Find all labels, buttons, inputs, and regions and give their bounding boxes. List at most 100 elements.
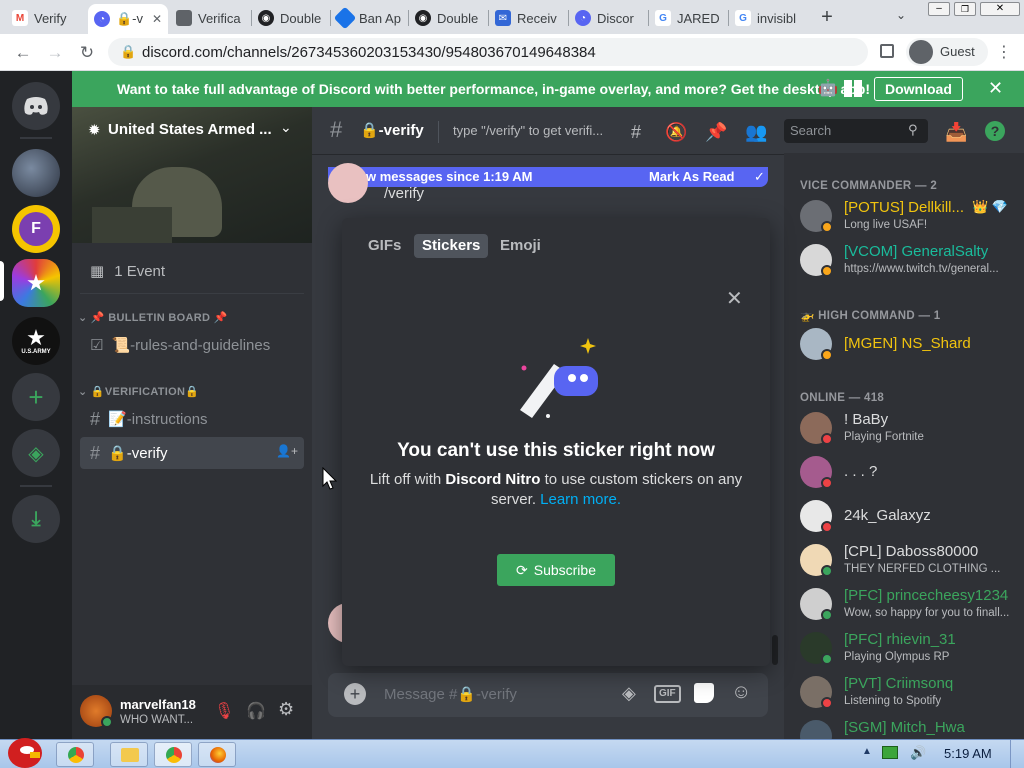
message-avatar[interactable]	[328, 163, 368, 203]
member-name: [PFC] princecheesy1234	[844, 587, 1009, 604]
forward-arrow-icon[interactable]: →	[44, 42, 66, 64]
desktop-app-banner: Want to take full advantage of Discord w…	[72, 71, 1024, 107]
reload-icon[interactable]: ↻	[76, 42, 98, 64]
scrollbar-thumb[interactable]	[772, 635, 778, 665]
new-tab-plus-icon[interactable]: +	[816, 6, 838, 28]
download-apps-icon[interactable]: ⤓	[12, 495, 60, 543]
member-list-icon[interactable]: 👥	[745, 121, 767, 143]
address-bar[interactable]: 🔒 discord.com/channels/26734536020315343…	[108, 38, 868, 66]
explore-compass-icon[interactable]: ◈	[12, 429, 60, 477]
server-list: F ★ U.S.ARMY + ◈ ⤓	[0, 71, 72, 739]
server-header[interactable]: ✹ United States Armed ... ⌄	[72, 107, 312, 155]
network-tray-icon[interactable]	[882, 746, 898, 759]
search-box[interactable]: Search ⚲	[784, 119, 928, 143]
close-icon[interactable]: ✕	[726, 286, 743, 311]
browser-tab[interactable]: M Verify	[6, 4, 88, 32]
browser-menu-icon[interactable]: ⋮	[996, 42, 1012, 62]
member-item[interactable]: . . . ?	[800, 453, 1020, 495]
channel-label: 🔒-verify	[108, 445, 168, 462]
member-item[interactable]: [VCOM] GeneralSalty https://www.twitch.t…	[800, 241, 1020, 283]
emoji-button-icon[interactable]: ☺	[731, 681, 751, 704]
browser-tab[interactable]: ◔ Discor	[569, 4, 647, 32]
member-item[interactable]: 24k_Galaxyz	[800, 497, 1020, 539]
mark-as-read-button[interactable]: Mark As Read	[649, 169, 735, 184]
channel-instructions[interactable]: # 📝-instructions	[80, 403, 304, 435]
mouse-cursor-icon	[322, 467, 338, 490]
chrome-taskbar-icon-active[interactable]	[154, 742, 192, 767]
browser-tab-active[interactable]: ◔ 🔒-v ✕	[88, 4, 168, 34]
add-server-plus-icon[interactable]: +	[12, 373, 60, 421]
inbox-icon[interactable]: 📥	[945, 121, 967, 143]
chevron-down-icon: ⌄	[280, 119, 292, 135]
category-bulletin-board[interactable]: ⌄ 📌 BULLETIN BOARD 📌	[78, 311, 228, 324]
member-item[interactable]: [PFC] rhievin_31 Playing Olympus RP	[800, 629, 1020, 671]
show-desktop-button[interactable]	[1010, 740, 1024, 768]
pinned-messages-icon[interactable]: 📌	[705, 121, 727, 143]
member-item[interactable]: [POTUS] Dellkill... 👑 💎 Long live USAF!	[800, 197, 1020, 239]
start-button-angry-bird-icon[interactable]	[2, 732, 48, 768]
member-activity: Playing Olympus RP	[844, 651, 950, 663]
browser-tab[interactable]: ✉ Receiv	[489, 4, 567, 32]
sticker-button-icon[interactable]	[694, 683, 714, 703]
guest-profile-button[interactable]: Guest	[906, 38, 988, 66]
browser-tab[interactable]: G JARED	[649, 4, 727, 32]
new-messages-bar[interactable]: 2 new messages since 1:19 AM Mark As Rea…	[328, 167, 768, 187]
tab-emoji[interactable]: Emoji	[492, 234, 549, 258]
taskbar-clock[interactable]: 5:19 AM	[944, 746, 992, 761]
channel-verify-selected[interactable]: # 🔒-verify 👤+	[80, 437, 304, 469]
browser-tab[interactable]: Ban Ap	[331, 4, 407, 32]
notification-bell-muted-icon[interactable]: 🔕	[665, 121, 687, 143]
guest-label: Guest	[940, 44, 975, 59]
browser-tab-label: Verify	[34, 10, 67, 26]
sidebar-panel-icon[interactable]	[880, 44, 894, 58]
headphones-icon[interactable]: 🎧	[246, 701, 266, 721]
invite-member-icon[interactable]: 👤+	[276, 444, 298, 458]
subscribe-button[interactable]: ⟳ Subscribe	[497, 554, 615, 586]
message-input[interactable]: + Message #🔒-verify ◈ GIF ☺	[328, 673, 768, 717]
member-item[interactable]: ! BaBy Playing Fortnite	[800, 409, 1020, 451]
back-arrow-icon[interactable]: ←	[12, 42, 34, 64]
browser-tab[interactable]: G invisibl	[729, 4, 809, 32]
chrome-taskbar-icon[interactable]	[56, 742, 94, 767]
us-army-server-icon[interactable]: ★ U.S.ARMY	[12, 317, 60, 365]
tab-search-chevron-icon[interactable]: ⌄	[896, 8, 906, 22]
learn-more-link[interactable]: Learn more.	[540, 491, 621, 508]
member-item[interactable]: [PVT] Criimsonq Listening to Spotify	[800, 673, 1020, 715]
gif-button-icon[interactable]: GIF	[654, 685, 681, 703]
threads-icon[interactable]: #	[625, 121, 647, 143]
help-icon[interactable]: ?	[985, 121, 1005, 141]
tray-expand-icon[interactable]: ▲	[862, 746, 872, 757]
muted-microphone-icon[interactable]: 🎙	[214, 701, 234, 721]
file-explorer-icon[interactable]	[110, 742, 148, 767]
events-button[interactable]: ▦ 1 Event	[80, 255, 304, 287]
close-tab-icon[interactable]: ✕	[152, 12, 162, 26]
volume-tray-icon[interactable]: 🔊	[910, 745, 926, 761]
browser-tab[interactable]: Verifica	[170, 4, 250, 32]
category-verification[interactable]: ⌄ 🔒VERIFICATION🔒	[78, 385, 199, 398]
add-attachment-plus-icon[interactable]: +	[344, 683, 366, 705]
member-item[interactable]: [CPL] Daboss80000 THEY NERFED CLOTHING .…	[800, 541, 1020, 583]
close-window-icon[interactable]: ✕	[980, 2, 1020, 16]
member-name: [POTUS] Dellkill...	[844, 199, 965, 216]
user-settings-gear-icon[interactable]: ⚙	[278, 699, 294, 720]
tab-gifs[interactable]: GIFs	[360, 234, 409, 258]
discord-home-icon[interactable]	[12, 82, 60, 130]
member-item[interactable]: [SGM] Mitch_Hwa	[800, 717, 1020, 739]
tab-stickers[interactable]: Stickers	[414, 234, 489, 258]
browser-tab[interactable]: ◉ Double	[252, 4, 330, 32]
member-item[interactable]: [MGEN] NS_Shard	[800, 325, 1020, 367]
server-icon[interactable]	[12, 149, 60, 197]
nitro-gift-icon[interactable]: ◈	[622, 683, 636, 704]
channel-topic[interactable]: type "/verify" to get verifi...	[453, 123, 603, 138]
download-button[interactable]: Download	[874, 77, 963, 101]
minimize-icon[interactable]: –	[928, 2, 950, 16]
member-item[interactable]: [PFC] princecheesy1234 Wow, so happy for…	[800, 585, 1020, 627]
server-icon-active[interactable]	[12, 259, 60, 307]
server-icon[interactable]: F	[12, 205, 60, 253]
firefox-taskbar-icon[interactable]	[198, 742, 236, 767]
username: marvelfan18	[120, 697, 196, 712]
channel-rules-and-guidelines[interactable]: ☑ 📜-rules-and-guidelines	[80, 329, 304, 361]
restore-icon[interactable]: ❐	[954, 2, 976, 16]
close-banner-icon[interactable]: ✕	[988, 78, 1003, 99]
browser-tab[interactable]: ◉ Double	[409, 4, 487, 32]
